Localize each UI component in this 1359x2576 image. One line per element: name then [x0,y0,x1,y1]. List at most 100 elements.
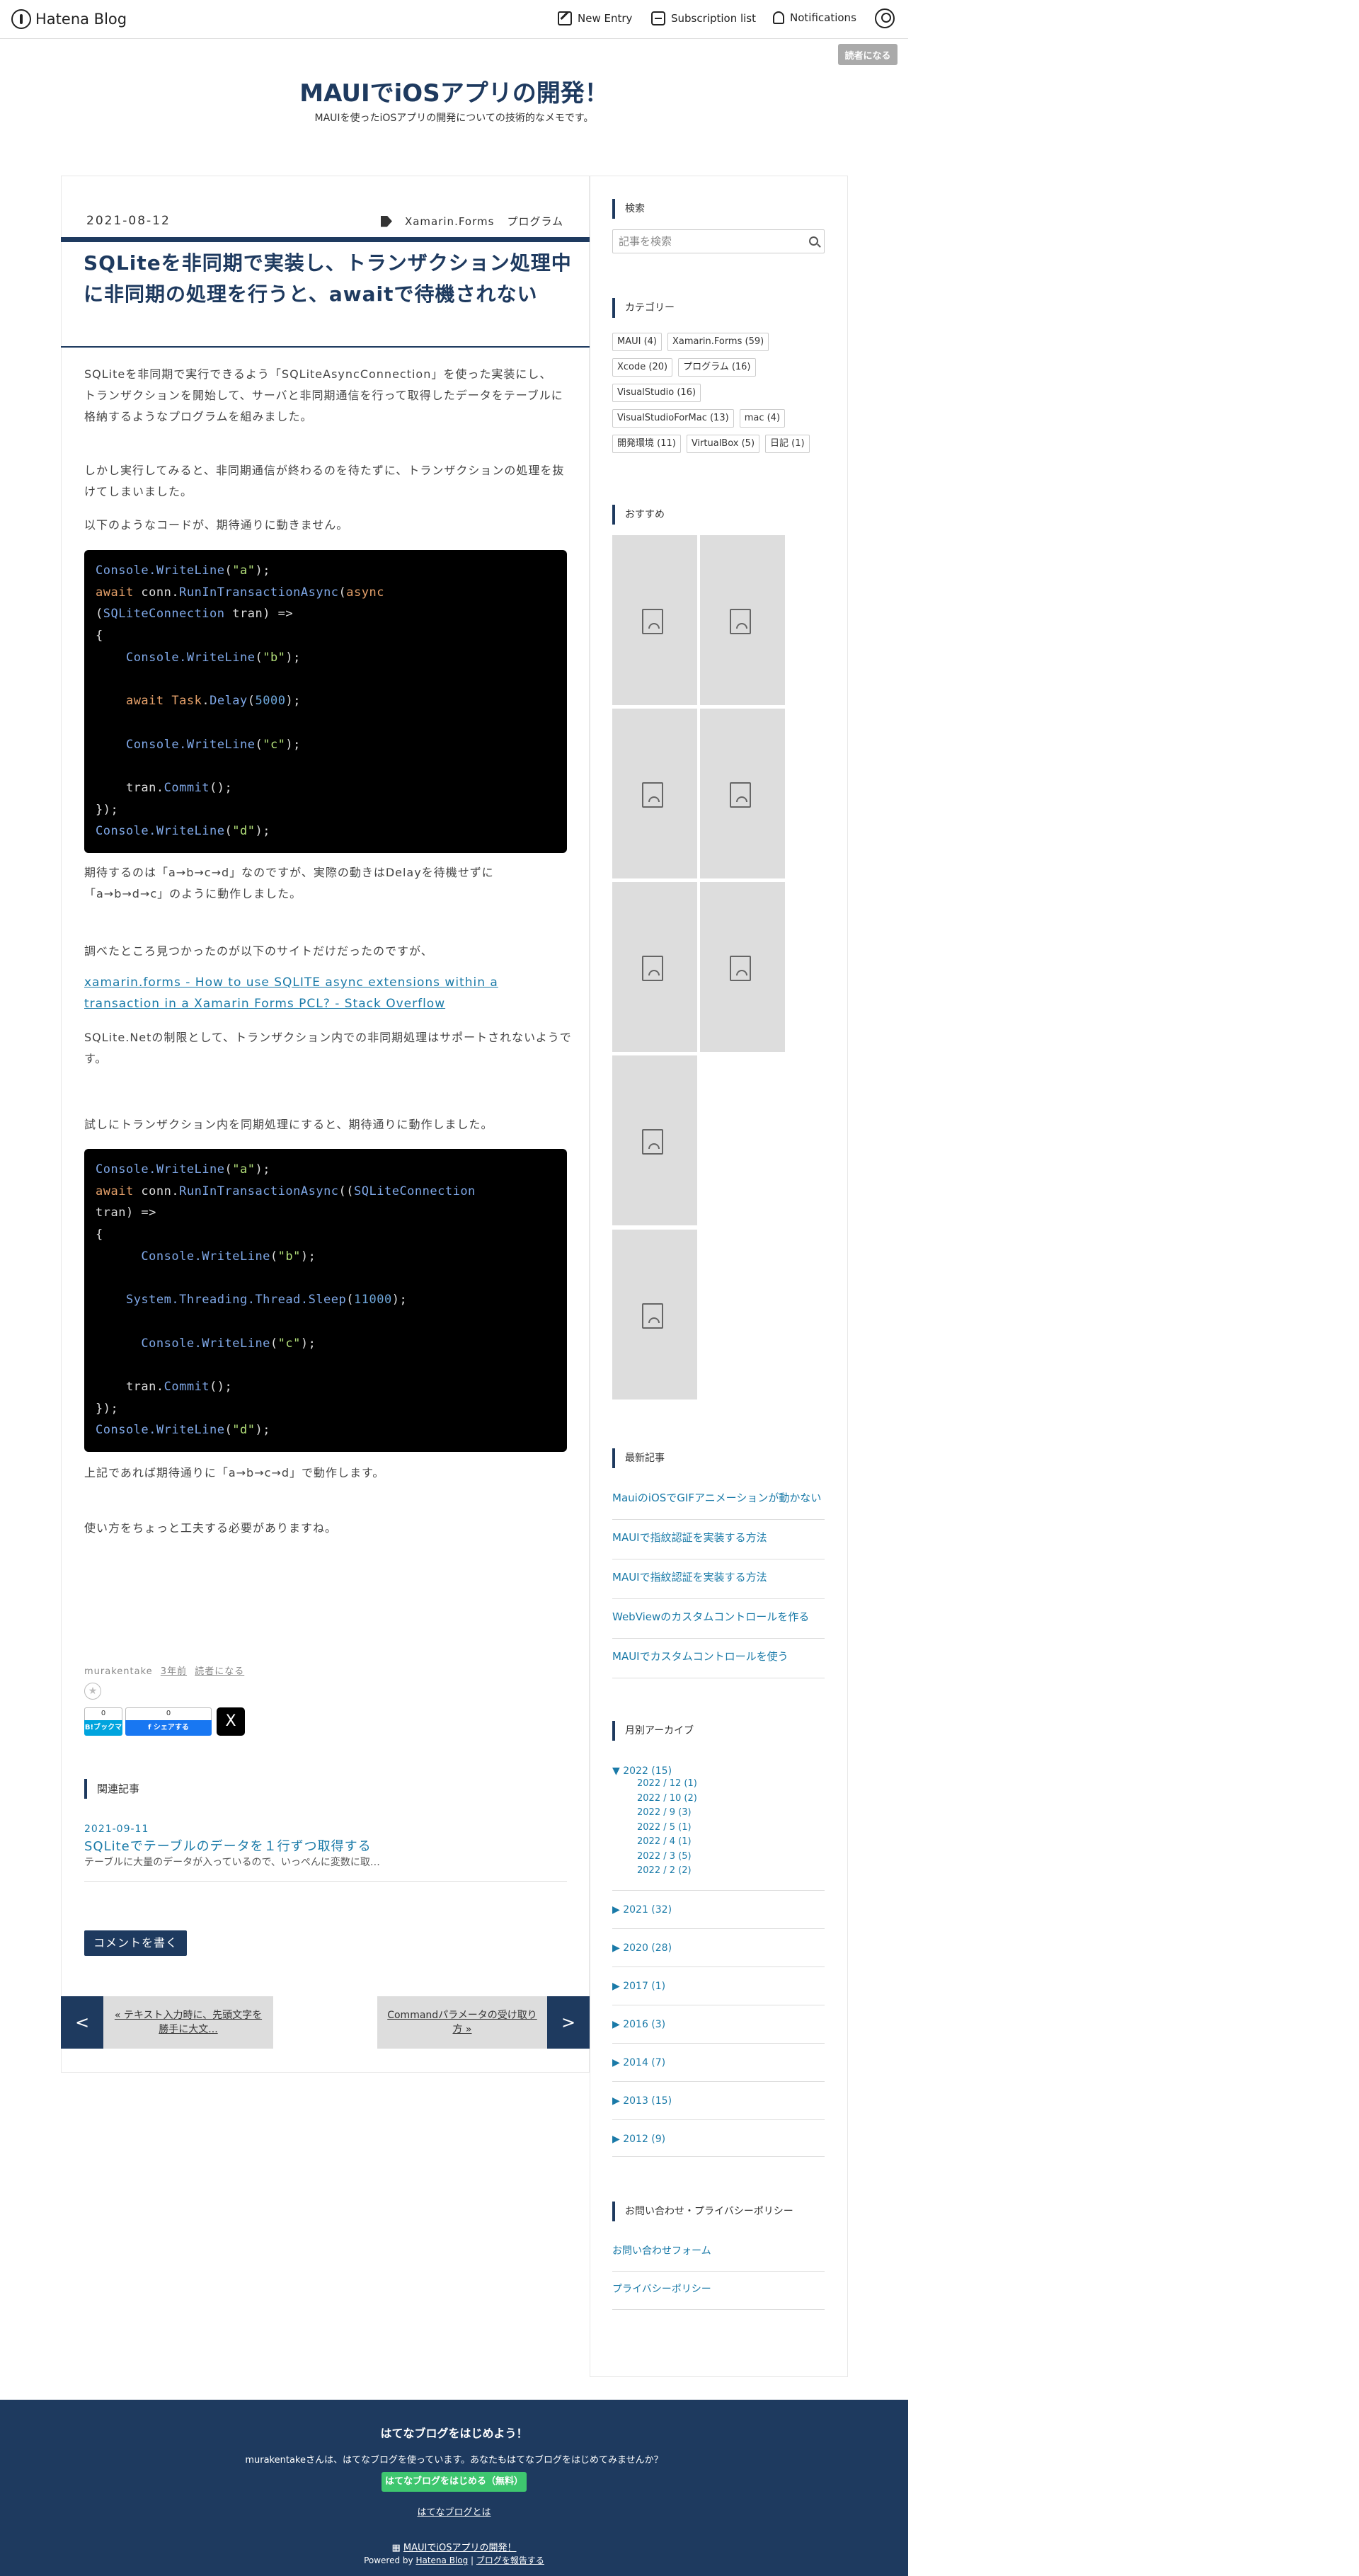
code-token: tran) => [96,1206,156,1220]
archive-year-link[interactable]: ▶ 2021 (32) [612,1904,672,1916]
archive-month-link[interactable]: 2022 / 5 (1) [637,1821,697,1836]
latest-entry-link[interactable]: MAUIで指紋認証を実装する方法 [612,1559,825,1599]
hatena-blog-link[interactable]: Hatena Blog [415,2555,468,2565]
recommend-item[interactable] [612,1055,697,1225]
archive-month-link[interactable]: 2022 / 9 (3) [637,1806,697,1821]
archive-heading: 月別アーカイブ [612,1721,694,1741]
category-tag[interactable]: Xcode (20) [612,358,673,377]
code-token: conn. [133,585,180,600]
recommend-item[interactable] [612,709,697,878]
archive-year-link[interactable]: ▼ 2022 (15) [612,1765,672,1777]
related-title-link[interactable]: SQLiteでテーブルのデータを１行ずつ取得する [84,1836,372,1855]
star-icon[interactable]: ★ [84,1683,101,1700]
paragraph: 上記であれば期待通りに「a→b→c→d」で動作します。 [84,1466,385,1479]
code-token: Console.WriteLine [96,1423,225,1438]
recommend-item[interactable] [612,882,697,1052]
privacy-policy-link[interactable]: プライバシーポリシー [612,2272,825,2310]
recommend-item[interactable] [700,709,785,878]
category-tag[interactable]: mac (4) [739,409,786,428]
search-icon[interactable] [809,236,818,246]
archive-year-link[interactable]: ▶ 2017 (1) [612,1981,665,1992]
recommend-item[interactable] [700,882,785,1052]
code-token: "d" [232,824,256,839]
archive-year-link[interactable]: ▶ 2020 (28) [612,1942,672,1954]
paragraph: 以下のようなコードが、期待通りに動きません。 [84,518,349,532]
blog-title[interactable]: MAUIでiOSアプリの開発！ [0,74,908,108]
code-token: ( [224,824,233,839]
write-comment-button[interactable]: コメントを書く [84,1930,187,1956]
code-token: ( [270,1336,278,1351]
category-tag[interactable]: VisualStudioForMac (13) [612,409,734,428]
archive-year-link[interactable]: ▶ 2016 (3) [612,2019,665,2030]
category-tag[interactable]: VirtualBox (5) [686,435,760,453]
facebook-share-button[interactable]: 0 f シェアする [125,1707,212,1736]
title-underline [61,346,590,348]
archive-month-link[interactable]: 2022 / 10 (2) [637,1792,697,1807]
latest-entry-link[interactable]: MauiのiOSでGIFアニメーションが動かない [612,1480,825,1520]
stackoverflow-link[interactable]: xamarin.forms - How to use SQLITE async … [84,972,573,1014]
contact-form-link[interactable]: お問い合わせフォーム [612,2233,825,2272]
category-link[interactable]: プログラム [507,214,563,229]
recommend-item[interactable] [700,535,785,705]
code-token: Console.WriteLine [96,824,225,839]
entry-date[interactable]: 2021-08-12 [86,214,171,228]
hatena-blog-logo[interactable]: Hatena Blog [11,9,127,29]
code-token: SQLiteConnection [354,1184,476,1198]
hatena-bookmark-button[interactable]: 0 B!ブックマーク [84,1707,122,1747]
hatena-logo-icon [11,9,31,29]
entry-age-link[interactable]: 3年前 [161,1666,187,1677]
contact-heading: お問い合わせ・プライバシーポリシー [612,2202,793,2221]
code-token: ( [224,1162,233,1177]
recommend-item[interactable] [612,1230,697,1399]
tag-icon [380,215,392,227]
code-block: Console.WriteLine("a"); await conn.RunInT… [84,550,567,853]
prev-entry-link[interactable]: « テキスト入力時に、先頭文字を勝手に大文... [103,1996,273,2049]
archive-year-link[interactable]: ▶ 2014 (7) [612,2057,665,2068]
x-share-button[interactable]: X [217,1707,245,1736]
follow-link[interactable]: 読者になる [195,1666,244,1677]
category-tag[interactable]: VisualStudio (16) [612,384,701,402]
notifications-link[interactable]: Notifications [773,11,856,24]
latest-entry-link[interactable]: MAUIで指紋認証を実装する方法 [612,1520,825,1559]
latest-entry-link[interactable]: WebViewのカスタムコントロールを作る [612,1599,825,1639]
archive-month-link[interactable]: 2022 / 3 (5) [637,1850,697,1865]
category-tag[interactable]: 開発環境 (11) [612,435,681,453]
prev-arrow-button[interactable]: < [61,1996,103,2049]
new-entry-label: New Entry [578,12,633,25]
broken-image-icon [730,782,751,808]
archive-month-link[interactable]: 2022 / 12 (1) [637,1777,697,1792]
archive-month-link[interactable]: 2022 / 2 (2) [637,1864,697,1879]
category-tag[interactable]: Xamarin.Forms (59) [667,333,769,351]
category-tag[interactable]: 日記 (1) [765,435,810,453]
about-hatena-blog-link[interactable]: はてなブログとは [0,2505,908,2518]
code-line: Console.WriteLine("d"); [96,820,556,842]
code-token: tran) => [224,607,294,622]
author-link[interactable]: murakentake [84,1666,153,1677]
code-line: System.Threading.Thread.Sleep(11000); [96,1289,556,1311]
code-token: Console.WriteLine [96,563,225,578]
related-heading: 関連記事 [84,1779,139,1799]
archive-year-link[interactable]: ▶ 2012 (9) [612,2134,665,2145]
next-entry-link[interactable]: Commandパラメータの受け取り方 » [377,1996,547,2049]
category-tag[interactable]: プログラム (16) [678,358,756,377]
code-token: "b" [263,650,286,665]
category-tag[interactable]: MAUI (4) [612,333,663,351]
next-arrow-button[interactable]: > [547,1996,590,2049]
start-blog-button[interactable]: はてなブログをはじめる（無料） [382,2472,527,2492]
user-menu-button[interactable] [875,8,895,28]
entry-title[interactable]: SQLiteを非同期で実装し、トランザクション処理中に非同期の処理を行うと、aw… [84,248,586,310]
search-input[interactable]: 記事を検索 [612,229,825,253]
follow-button-top[interactable]: 読者になる [838,44,898,65]
latest-entry-link[interactable]: MAUIでカスタムコントロールを使う [612,1639,825,1678]
new-entry-link[interactable]: New Entry [558,11,632,25]
report-blog-link[interactable]: ブログを報告する [476,2555,544,2565]
footer-blog-link[interactable]: MAUIでiOSアプリの開発！ [403,2543,517,2553]
archive-month-link[interactable]: 2022 / 4 (1) [637,1835,697,1850]
paragraph-line: トランザクションを開始して、サーバと非同期通信を行って取得したデータをテーブルに… [84,389,563,423]
recommend-item[interactable] [612,535,697,705]
subscription-list-link[interactable]: Subscription list [651,11,756,25]
category-link[interactable]: Xamarin.Forms [405,215,494,228]
next-entry-label: Commandパラメータの受け取り方 » [387,2010,537,2035]
archive-year-link[interactable]: ▶ 2013 (15) [612,2095,672,2107]
